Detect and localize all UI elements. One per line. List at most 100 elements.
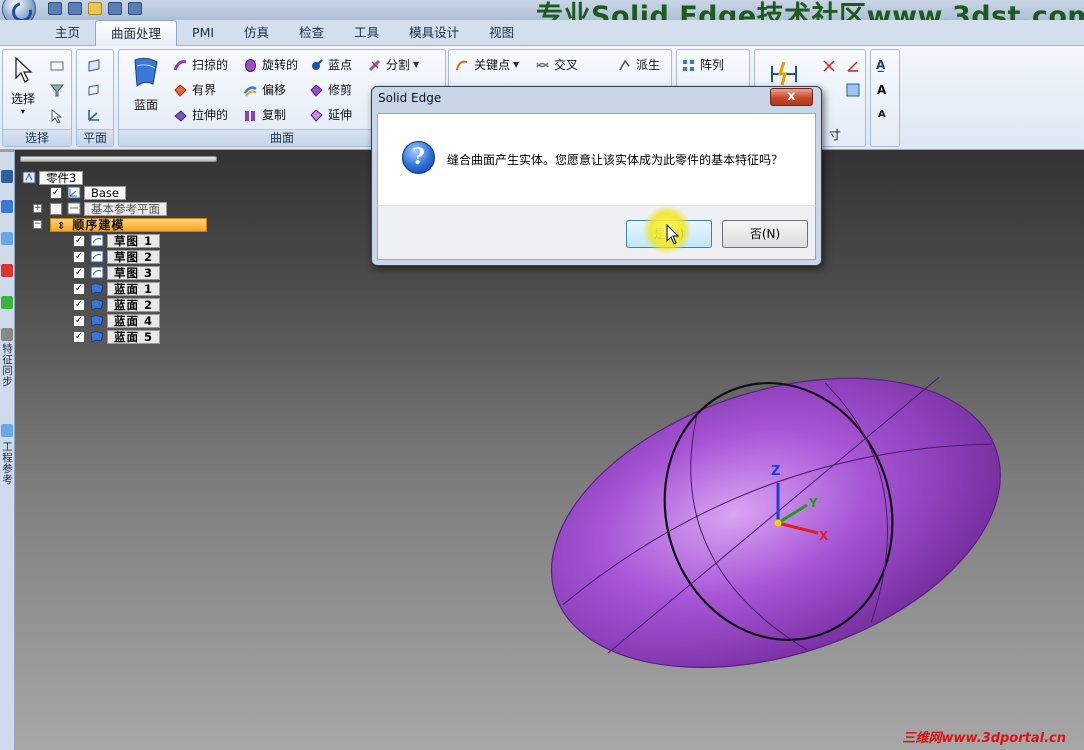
item-visibility-checkbox[interactable]: ✓ [73, 282, 85, 295]
tab-mold-design[interactable]: 模具设计 [394, 20, 474, 46]
text-underline-icon[interactable]: A̲ [876, 54, 885, 76]
pattern-button[interactable]: 阵列 [681, 54, 724, 76]
intersection-icon [536, 61, 549, 68]
tab-tools[interactable]: 工具 [339, 20, 394, 46]
tab-home[interactable]: 主页 [40, 20, 95, 46]
tree-base[interactable]: ✓ Base [50, 185, 127, 200]
bluesurf-feature-icon [90, 315, 104, 327]
save-icon[interactable] [48, 2, 62, 15]
tree-item[interactable]: ✓ 蓝面 5 [73, 329, 161, 344]
split-dropdown-icon[interactable]: ▼ [413, 54, 419, 76]
extruded-button[interactable]: 拉伸的 [173, 104, 228, 126]
left-tab-strip: 特征同步 工程参考 [0, 152, 15, 750]
sensors-tab-icon[interactable] [1, 264, 13, 277]
axis-z-label: Z [771, 464, 780, 479]
tree-item[interactable]: ✓ 蓝面 4 [73, 313, 161, 328]
derived-button[interactable]: 派生 [617, 54, 660, 76]
bluedot-label: 蓝点 [328, 58, 353, 72]
swept-button[interactable]: 扫掠的 [173, 54, 228, 76]
part-icon [22, 171, 36, 184]
pick-icon[interactable] [49, 108, 65, 124]
intersection-button[interactable]: 交叉 [535, 54, 578, 76]
tree-ref-planes[interactable]: + 基本参考平面 [33, 201, 167, 216]
pathfinder-resize-handle[interactable] [20, 156, 217, 162]
tab-view[interactable]: 视图 [474, 20, 529, 46]
tree-item[interactable]: ✓ 草图 2 [73, 249, 161, 264]
engineering-ref-tab-icon[interactable] [1, 424, 13, 437]
tree-item[interactable]: ✓ 蓝面 2 [73, 297, 161, 312]
select-tool-icon[interactable] [49, 58, 65, 74]
extruded-icon [174, 109, 187, 122]
item-visibility-checkbox[interactable]: ✓ [73, 234, 85, 247]
item-visibility-checkbox[interactable]: ✓ [73, 266, 85, 279]
smart-dimension-icon[interactable] [769, 58, 799, 88]
bluesurf-button[interactable]: 蓝面 [125, 56, 167, 113]
text-smaller-icon[interactable]: A [878, 104, 886, 126]
library-tab-icon[interactable] [1, 296, 13, 309]
offset-button[interactable]: 偏移 [243, 79, 286, 101]
dimension-style-icon[interactable] [845, 82, 861, 98]
print-icon[interactable] [108, 2, 122, 15]
ordered-collapse-toggle[interactable]: − [33, 220, 42, 229]
item-visibility-checkbox[interactable]: ✓ [73, 298, 85, 311]
item-visibility-checkbox[interactable]: ✓ [73, 314, 85, 327]
layers-tab-icon[interactable] [1, 232, 13, 245]
tree-root[interactable]: 零件3 [22, 170, 84, 185]
base-visibility-checkbox[interactable]: ✓ [50, 186, 62, 199]
open-folder-icon[interactable] [88, 2, 102, 15]
tab-inspect[interactable]: 检查 [284, 20, 339, 46]
bounded-button[interactable]: 有界 [173, 79, 216, 101]
model-3d[interactable]: Z Y X [535, 365, 1015, 685]
text-larger-icon[interactable]: A [877, 79, 886, 101]
tree-item[interactable]: ✓ 草图 1 [73, 233, 161, 248]
tree-ordered-modeling[interactable]: − ⇕ 顺序建模 [33, 217, 207, 232]
trim-button[interactable]: 修剪 [309, 79, 352, 101]
pathfinder-tab-icon[interactable] [1, 170, 13, 183]
tree-item-label: 蓝面 1 [107, 281, 161, 296]
tab-pmi[interactable]: PMI [177, 20, 229, 46]
filter-icon[interactable] [49, 82, 65, 98]
new-document-icon[interactable] [128, 2, 142, 15]
vertical-tab-features[interactable]: 特征同步 [1, 344, 14, 388]
question-icon: ? [402, 141, 435, 174]
extend-button[interactable]: 延伸 [309, 104, 352, 126]
plane-options-icon[interactable] [86, 82, 102, 98]
confirm-dialog: Solid Edge x ? 缝合曲面产生实体。您愿意让该实体成为此零件的基本特… [371, 86, 822, 266]
history-tab-icon[interactable] [1, 328, 13, 341]
revolved-button[interactable]: 旋转的 [243, 54, 298, 76]
tree-item[interactable]: ✓ 蓝面 1 [73, 281, 161, 296]
split-button[interactable]: 分割 ▼ [367, 54, 419, 76]
item-visibility-checkbox[interactable]: ✓ [73, 250, 85, 263]
plane-icon[interactable] [86, 58, 102, 74]
undo-icon[interactable] [68, 2, 82, 15]
tree-base-label: Base [84, 185, 127, 200]
no-button[interactable]: 否(N) [722, 220, 808, 248]
vertical-tab-engineering[interactable]: 工程参考 [1, 442, 14, 486]
dimension-axis-icon[interactable] [821, 58, 837, 74]
coordinate-system-icon[interactable] [86, 107, 102, 123]
offset-icon [243, 85, 257, 97]
ref-planes-expand-toggle[interactable]: + [33, 204, 42, 213]
arrow-cursor-icon [15, 56, 33, 83]
angle-dimension-icon[interactable] [845, 58, 861, 74]
keypoint-curve-button[interactable]: 关键点 ▼ [455, 54, 519, 76]
tree-item[interactable]: ✓ 草图 3 [73, 265, 161, 280]
keypoint-dropdown-icon[interactable]: ▼ [513, 54, 519, 76]
revolved-label: 旋转的 [262, 58, 299, 72]
select-button[interactable]: 选择 ▾ [5, 56, 41, 116]
item-visibility-checkbox[interactable]: ✓ [73, 330, 85, 343]
dialog-close-button[interactable]: x [770, 88, 813, 106]
features-tab-icon[interactable] [1, 200, 13, 213]
tab-surfacing[interactable]: 曲面处理 [95, 20, 178, 46]
swept-label: 扫掠的 [192, 58, 229, 72]
bluedot-button[interactable]: 蓝点 [309, 54, 352, 76]
trim-label: 修剪 [328, 83, 353, 97]
pattern-icon [683, 59, 694, 71]
copy-button[interactable]: 复制 [243, 104, 286, 126]
ref-plane-icon [67, 202, 81, 215]
model-body[interactable] [535, 365, 1015, 685]
tree-item-label: 蓝面 4 [107, 313, 161, 328]
tab-simulation[interactable]: 仿真 [229, 20, 284, 46]
ref-planes-visibility-checkbox[interactable] [50, 202, 62, 215]
ordered-modeling-bar: ⇕ 顺序建模 [50, 217, 207, 232]
